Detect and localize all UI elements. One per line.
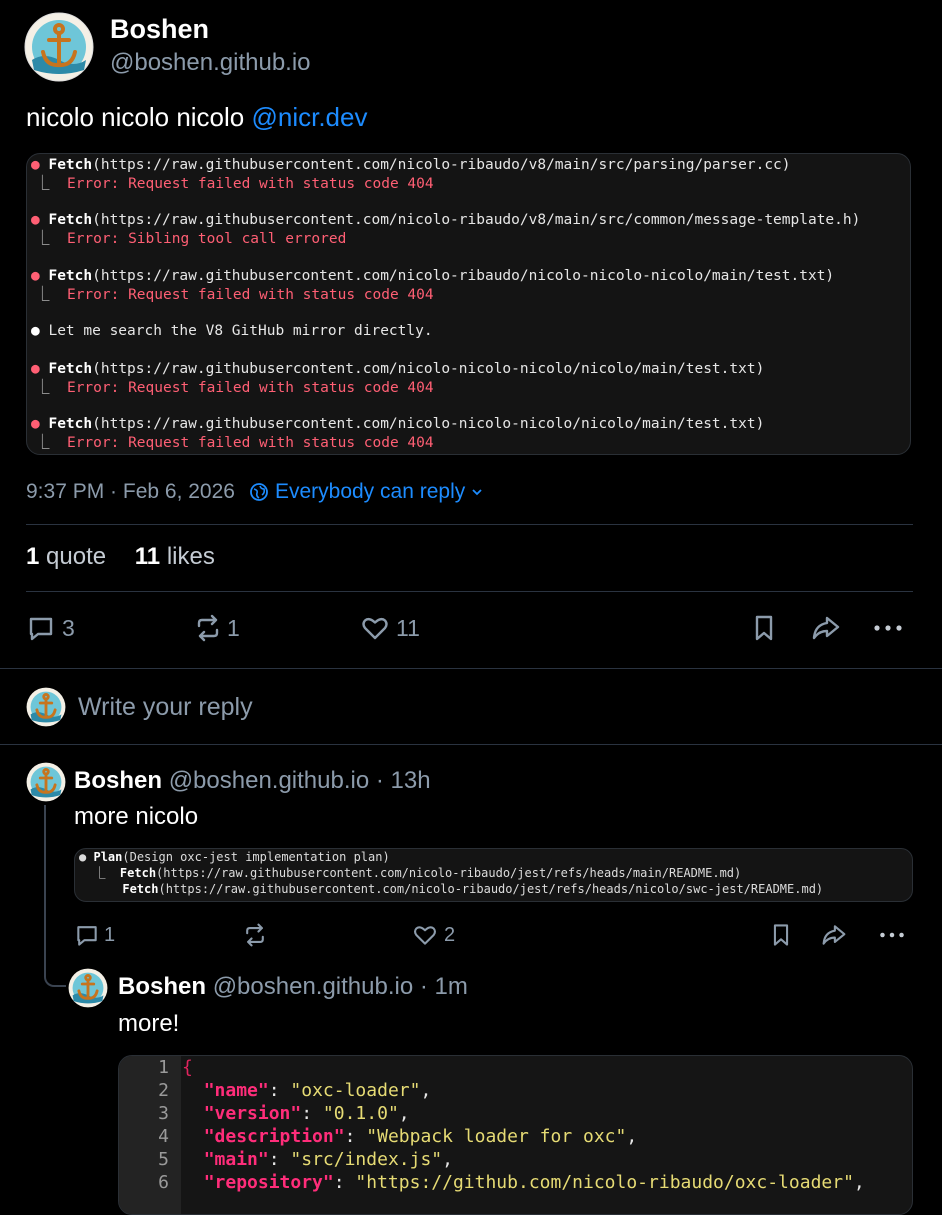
terminal-line: ● Fetch(https://raw.githubusercontent.co… bbox=[31, 361, 765, 377]
bullet-icon: ● bbox=[31, 323, 40, 339]
author-handle[interactable]: @boshen.github.io bbox=[110, 49, 311, 77]
comment-icon bbox=[77, 926, 97, 946]
reply-setting-button[interactable]: Everybody can reply bbox=[249, 480, 491, 504]
heart-icon bbox=[362, 617, 388, 640]
repost-icon bbox=[246, 923, 264, 947]
thread-line bbox=[44, 805, 46, 975]
terminal-error-line: ⎿ Error: Request failed with status code… bbox=[35, 435, 434, 451]
bullet-icon: ● bbox=[79, 850, 87, 864]
bookmark-button[interactable] bbox=[749, 613, 779, 643]
bullet-icon: ● bbox=[31, 212, 40, 228]
post-text-body: nicolo nicolo nicolo bbox=[26, 102, 252, 132]
bullet-icon: ● bbox=[31, 268, 40, 284]
terminal-line: ● Fetch(https://raw.githubusercontent.co… bbox=[31, 212, 861, 228]
share-button[interactable] bbox=[810, 613, 842, 643]
chevron-down-icon bbox=[472, 489, 482, 496]
corner-icon: ⎿ bbox=[35, 435, 50, 451]
terminal-error-line: ⎿ Error: Request failed with status code… bbox=[35, 380, 434, 396]
reply-button[interactable]: 1 bbox=[74, 922, 115, 948]
globe-icon bbox=[250, 483, 268, 501]
code-line: 6 "repository": "https://github.com/nico… bbox=[158, 1172, 865, 1193]
reply-text: more! bbox=[118, 1010, 180, 1037]
terminal-line: ● Let me search the V8 GitHub mirror dir… bbox=[31, 323, 433, 339]
terminal-line: ● Fetch(https://raw.githubusercontent.co… bbox=[31, 157, 791, 173]
timestamp[interactable]: 9:37 PM · Feb 6, 2026 bbox=[26, 480, 235, 504]
terminal-error-line: ⎿ Error: Request failed with status code… bbox=[35, 287, 434, 303]
terminal-error-line: ⎿ Error: Sibling tool call errored bbox=[35, 231, 347, 247]
share-button[interactable] bbox=[820, 922, 848, 948]
terminal-screenshot: ● Plan(Design oxc-jest implementation pl… bbox=[74, 848, 913, 902]
bookmark-button[interactable] bbox=[768, 922, 794, 948]
more-options-button[interactable] bbox=[872, 613, 904, 643]
divider bbox=[0, 744, 942, 745]
reply-author[interactable]: Boshen @boshen.github.io · 13h bbox=[74, 767, 431, 795]
quotes-stat[interactable]: 1 quote bbox=[26, 543, 106, 570]
reply-setting-label: Everybody can reply bbox=[274, 480, 466, 503]
terminal-screenshot: ● Fetch(https://raw.githubusercontent.co… bbox=[26, 153, 911, 455]
divider bbox=[0, 668, 942, 669]
code-line: 4 "description": "Webpack loader for oxc… bbox=[158, 1126, 638, 1147]
bullet-icon: ● bbox=[31, 157, 40, 173]
code-line: 2 "name": "oxc-loader", bbox=[158, 1080, 432, 1101]
reply-author[interactable]: Boshen @boshen.github.io · 1m bbox=[118, 973, 468, 1001]
terminal-line: Fetch(https://raw.githubusercontent.com/… bbox=[122, 882, 824, 896]
repost-icon bbox=[197, 614, 219, 642]
avatar[interactable] bbox=[24, 12, 94, 82]
post-meta: 9:37 PM · Feb 6, 2026 Everybody can repl… bbox=[26, 480, 491, 504]
code-screenshot: 1{ 2 "name": "oxc-loader", 3 "version": … bbox=[118, 1055, 913, 1215]
bullet-icon: ● bbox=[31, 416, 40, 432]
author-name[interactable]: Boshen bbox=[110, 14, 209, 45]
avatar bbox=[26, 687, 66, 727]
terminal-line: ● Fetch(https://raw.githubusercontent.co… bbox=[31, 416, 765, 432]
terminal-line: ● Plan(Design oxc-jest implementation pl… bbox=[79, 850, 390, 864]
divider bbox=[26, 591, 913, 592]
ellipsis-icon bbox=[874, 625, 902, 631]
terminal-line: ⎿ Fetch(https://raw.githubusercontent.co… bbox=[93, 866, 742, 880]
repost-button[interactable] bbox=[242, 922, 268, 948]
bookmark-icon bbox=[773, 924, 789, 946]
terminal-line: ● Fetch(https://raw.githubusercontent.co… bbox=[31, 268, 835, 284]
ellipsis-icon bbox=[880, 932, 904, 938]
avatar[interactable] bbox=[68, 968, 108, 1008]
share-icon bbox=[812, 616, 840, 640]
like-button[interactable]: 2 bbox=[412, 922, 455, 948]
divider bbox=[26, 524, 913, 525]
engagement-stats: 1 quote 11 likes bbox=[26, 543, 215, 571]
more-options-button[interactable] bbox=[878, 922, 906, 948]
terminal-error-line: ⎿ Error: Request failed with status code… bbox=[35, 176, 434, 192]
corner-icon: ⎿ bbox=[35, 176, 50, 192]
reply-input[interactable]: Write your reply bbox=[78, 693, 253, 722]
avatar[interactable] bbox=[26, 762, 66, 802]
like-button[interactable]: 11 bbox=[360, 613, 420, 643]
mention-link[interactable]: @nicr.dev bbox=[251, 102, 367, 132]
thread-connector bbox=[44, 955, 66, 987]
repost-button[interactable]: 1 bbox=[193, 613, 240, 643]
code-line: 3 "version": "0.1.0", bbox=[158, 1103, 410, 1124]
corner-icon: ⎿ bbox=[35, 231, 50, 247]
heart-icon bbox=[413, 926, 437, 945]
corner-icon: ⎿ bbox=[35, 287, 50, 303]
corner-icon: ⎿ bbox=[93, 866, 106, 880]
code-line: 1{ bbox=[158, 1057, 193, 1078]
corner-icon: ⎿ bbox=[35, 380, 50, 396]
post-text: nicolo nicolo nicolo @nicr.dev bbox=[26, 102, 367, 133]
bullet-icon: ● bbox=[31, 361, 40, 377]
share-icon bbox=[822, 925, 846, 945]
bookmark-icon bbox=[755, 615, 773, 641]
comment-icon bbox=[29, 617, 53, 641]
likes-stat[interactable]: 11 likes bbox=[135, 543, 215, 570]
reply-button[interactable]: 3 bbox=[26, 613, 75, 643]
reply-text: more nicolo bbox=[74, 803, 199, 830]
code-line: 5 "main": "src/index.js", bbox=[158, 1149, 453, 1170]
